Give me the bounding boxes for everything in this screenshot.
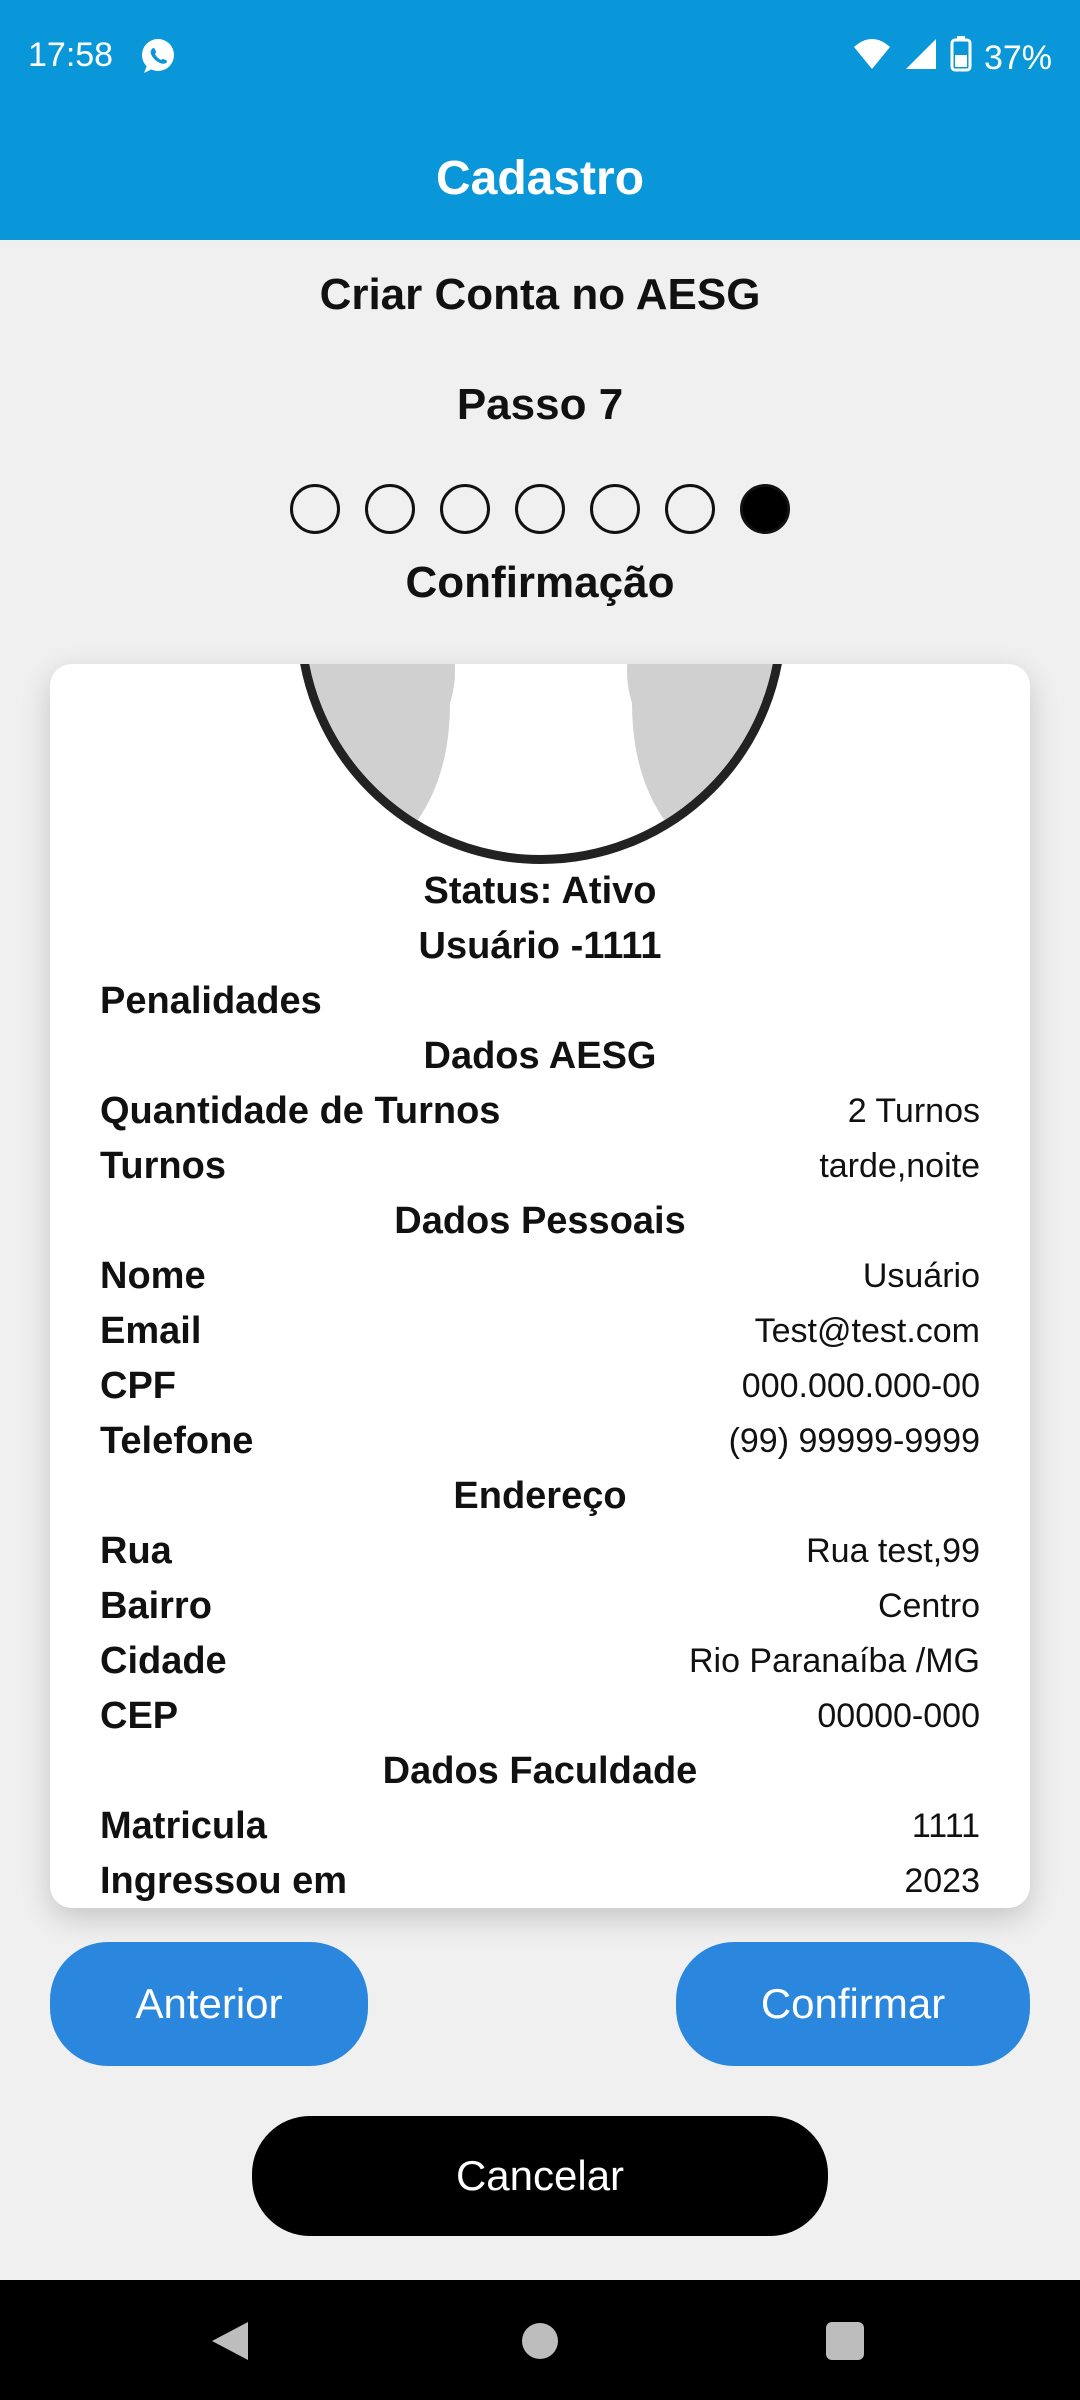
- info-row: Bairro Centro: [100, 1579, 980, 1634]
- wifi-icon: [852, 37, 892, 80]
- cancel-button[interactable]: Cancelar: [252, 2116, 828, 2236]
- joined-label: Ingressou em: [100, 1860, 348, 1902]
- status-label: Status: Ativo: [423, 870, 657, 912]
- confirmation-card[interactable]: Status: Ativo Usuário -1111 Penalidades …: [50, 664, 1030, 1908]
- step-dot-6: [665, 484, 715, 534]
- info-row: Rua Rua test,99: [100, 1524, 980, 1579]
- info-row: Ingressou em 2023: [100, 1854, 980, 1908]
- step-dot-7-active: [740, 484, 790, 534]
- user-label: Usuário -1111: [418, 925, 662, 967]
- step-label: Passo 7: [456, 380, 624, 429]
- app-bar: Cadastro: [0, 116, 1080, 240]
- info-row: Email Test@test.com: [100, 1304, 980, 1359]
- section-title-aesg: Dados AESG: [423, 1035, 657, 1077]
- section-title-personal: Dados Pessoais: [394, 1200, 686, 1242]
- status-bar: 17:58 37%: [0, 0, 1080, 116]
- phone-value: (99) 99999-9999: [728, 1422, 980, 1460]
- avatar: [296, 664, 786, 864]
- card-content: Status: Ativo Usuário -1111 Penalidades …: [100, 864, 980, 1908]
- status-icons: 37%: [852, 35, 1052, 81]
- step-dot-4: [515, 484, 565, 534]
- shifts-value: tarde,noite: [819, 1147, 980, 1185]
- back-icon[interactable]: [210, 2320, 250, 2362]
- system-nav-bar: [0, 2280, 1080, 2400]
- cep-value: 00000-000: [817, 1697, 980, 1735]
- info-row: CPF 000.000.000-00: [100, 1359, 980, 1414]
- street-label: Rua: [100, 1530, 172, 1572]
- info-row: Cidade Rio Paranaíba /MG: [100, 1634, 980, 1689]
- joined-value: 2023: [904, 1862, 980, 1900]
- step-dot-3: [440, 484, 490, 534]
- section-title-address: Endereço: [453, 1475, 627, 1517]
- step-dot-5: [590, 484, 640, 534]
- name-label: Nome: [100, 1255, 206, 1297]
- confirm-button[interactable]: Confirmar: [676, 1942, 1030, 2066]
- info-row: Turnos tarde,noite: [100, 1139, 980, 1194]
- info-row: Quantidade de Turnos 2 Turnos: [100, 1084, 980, 1139]
- penalties-row: Penalidades: [100, 974, 980, 1029]
- shifts-count-value: 2 Turnos: [847, 1092, 980, 1130]
- signal-icon: [904, 37, 938, 80]
- cpf-label: CPF: [100, 1365, 176, 1407]
- step-dot-2: [365, 484, 415, 534]
- page-title: Criar Conta no AESG: [319, 270, 761, 319]
- district-label: Bairro: [100, 1585, 212, 1627]
- city-label: Cidade: [100, 1640, 227, 1682]
- home-icon[interactable]: [522, 2323, 558, 2359]
- battery-icon: [950, 35, 972, 81]
- section-title-college: Dados Faculdade: [382, 1750, 698, 1792]
- step-subtitle: Confirmação: [405, 558, 675, 607]
- city-value: Rio Paranaíba /MG: [688, 1642, 980, 1680]
- cpf-value: 000.000.000-00: [741, 1367, 980, 1405]
- battery-percent: 37%: [983, 38, 1052, 77]
- enrollment-label: Matricula: [100, 1805, 267, 1847]
- name-value: Usuário: [862, 1257, 980, 1295]
- info-row: CEP 00000-000: [100, 1689, 980, 1744]
- shifts-count-label: Quantidade de Turnos: [100, 1090, 501, 1132]
- info-row: Nome Usuário: [100, 1249, 980, 1304]
- app-title: Cadastro: [435, 151, 645, 205]
- whatsapp-icon: [138, 36, 178, 76]
- penalties-label: Penalidades: [100, 980, 322, 1022]
- previous-button[interactable]: Anterior: [50, 1942, 368, 2066]
- cep-label: CEP: [100, 1695, 179, 1737]
- shifts-label: Turnos: [100, 1145, 226, 1187]
- info-row: Matricula 1111: [100, 1799, 980, 1854]
- district-value: Centro: [877, 1587, 980, 1625]
- step-progress: [290, 484, 790, 534]
- status-time: 17:58: [28, 36, 114, 74]
- street-value: Rua test,99: [806, 1532, 980, 1570]
- step-dot-1: [290, 484, 340, 534]
- info-row: Telefone (99) 99999-9999: [100, 1414, 980, 1469]
- email-label: Email: [100, 1310, 202, 1352]
- phone-label: Telefone: [100, 1420, 254, 1462]
- email-value: Test@test.com: [754, 1312, 980, 1350]
- recent-apps-icon[interactable]: [826, 2322, 864, 2360]
- enrollment-value: 1111: [911, 1807, 980, 1845]
